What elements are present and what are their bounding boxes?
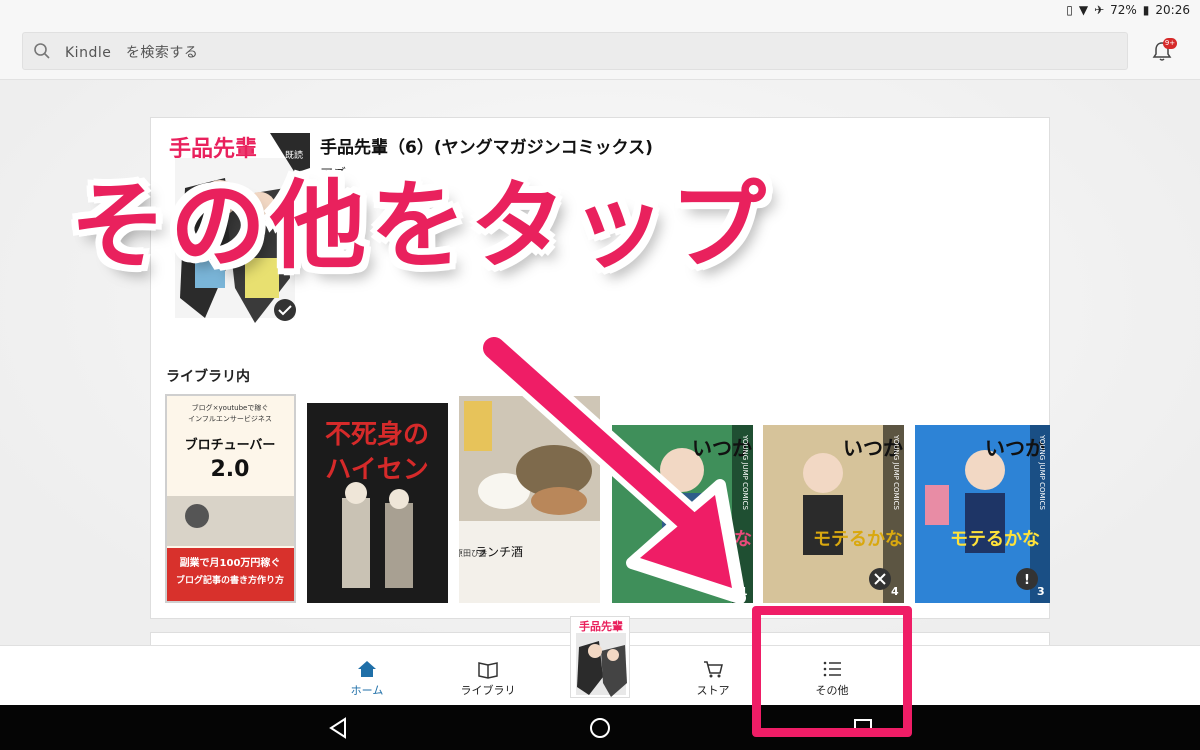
- back-icon[interactable]: [326, 715, 352, 741]
- annotation-arrow: [477, 331, 746, 604]
- library-section-label: ライブラリ内: [166, 369, 250, 385]
- battery-icon: ▮: [1142, 3, 1150, 17]
- book6-volume: 3: [1037, 585, 1045, 598]
- annotation-highlight-box: [752, 606, 912, 737]
- book5-volume: 4: [891, 585, 899, 598]
- battery-level: 72%: [1110, 3, 1137, 17]
- book2-line1: 不死身の: [325, 419, 429, 450]
- nav-home[interactable]: ホーム: [322, 646, 412, 706]
- book1-line2: インフルエンサービジネス: [188, 414, 272, 423]
- book6-title: いつか: [985, 436, 1045, 460]
- now-reading-thumbnail[interactable]: 手品先輩: [570, 616, 630, 698]
- book5-subtitle: モテるかな: [813, 529, 903, 550]
- now-reading-cover: 手品先輩: [571, 617, 629, 697]
- book5-imprint: YOUNG JUMP COMICS: [892, 434, 900, 510]
- book6-imprint: YOUNG JUMP COMICS: [1038, 434, 1046, 510]
- book1-line1: ブログ×youtubeで稼ぐ: [192, 403, 269, 412]
- nav-library-label: ライブラリ: [460, 684, 516, 697]
- book1-line3: ブロチューバー: [185, 437, 276, 453]
- book-icon: [478, 662, 498, 679]
- search-header: Kindle を検索する 9+: [0, 24, 1200, 80]
- home-icon: [358, 661, 376, 677]
- book-cover-6: いつか モテるかな YOUNG JUMP COMICS 3 !: [915, 425, 1050, 603]
- search-input[interactable]: Kindle を検索する: [22, 32, 1128, 70]
- book-cover-2: 不死身の ハイセン: [307, 403, 448, 603]
- status-icons: ▯ ▼ ✈ 72% ▮ 20:26: [1066, 3, 1190, 17]
- book1-line5: 副業で月100万円稼ぐ: [180, 556, 281, 569]
- library-book[interactable]: ブログ×youtubeで稼ぐ インフルエンサービジネス ブロチューバー 2.0 …: [165, 394, 296, 603]
- search-icon: [34, 43, 50, 59]
- nav-home-label: ホーム: [350, 684, 384, 697]
- nav-store[interactable]: ストア: [668, 646, 758, 706]
- wifi-icon: ▼: [1078, 3, 1089, 17]
- clock: 20:26: [1155, 3, 1190, 17]
- book6-subtitle: モテるかな: [950, 529, 1040, 550]
- book1-line4: 2.0: [211, 457, 250, 482]
- now-reading-title: 手品先輩: [579, 619, 623, 633]
- book2-line2: ハイセン: [325, 455, 428, 485]
- library-book[interactable]: いつか モテるかな YOUNG JUMP COMICS 3 !: [915, 425, 1050, 603]
- library-book[interactable]: 不死身の ハイセン: [307, 403, 448, 603]
- nav-library[interactable]: ライブラリ: [443, 646, 533, 706]
- book-cover-1: ブログ×youtubeで稼ぐ インフルエンサービジネス ブロチューバー 2.0 …: [167, 396, 294, 601]
- airplane-icon: ✈: [1094, 3, 1105, 17]
- search-placeholder: Kindle を検索する: [65, 45, 199, 61]
- vibrate-icon: ▯: [1066, 3, 1073, 17]
- warning-icon: !: [1024, 573, 1030, 588]
- nav-store-label: ストア: [696, 684, 730, 697]
- status-bar: ▯ ▼ ✈ 72% ▮ 20:26: [0, 0, 1200, 24]
- annotation-caption: その他をタップ: [70, 170, 770, 282]
- book1-line6: ブログ記事の書き方作り方: [176, 574, 284, 586]
- notification-badge: 9+: [1163, 38, 1177, 49]
- cart-icon: [704, 661, 723, 678]
- home-button-icon[interactable]: [587, 715, 613, 741]
- system-navigation: [0, 705, 1200, 750]
